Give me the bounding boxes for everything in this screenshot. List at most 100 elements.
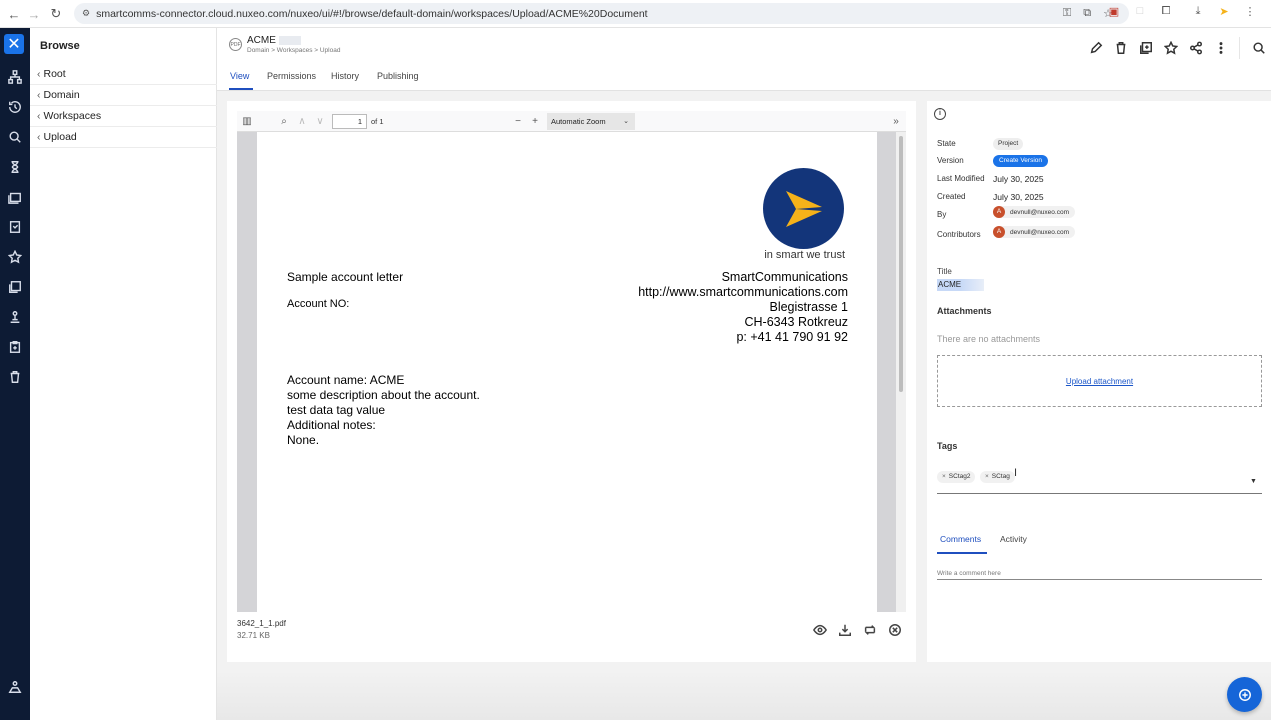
delete-trash-icon[interactable] (1108, 40, 1133, 56)
address-bar[interactable]: ⚙ smartcomms-connector.cloud.nuxeo.com/n… (74, 3, 1129, 24)
chevron-left-icon: ‹ (37, 110, 41, 122)
page-count: of 1 (371, 117, 384, 126)
tag-chip[interactable]: × SCtag (980, 471, 1015, 483)
reload-icon[interactable]: ↻ (44, 2, 68, 26)
administration-icon[interactable] (7, 309, 23, 325)
tags-input-underline[interactable] (937, 493, 1262, 494)
user-chip[interactable]: A devnull@nuxeo.com (993, 226, 1075, 238)
search-icon[interactable] (1246, 40, 1271, 56)
site-info-icon[interactable]: ⚙ (82, 8, 90, 19)
active-tab-indicator (229, 88, 253, 90)
edit-pencil-icon[interactable] (1083, 40, 1108, 56)
title-value[interactable]: ACME (937, 279, 984, 291)
user-chip[interactable]: A devnull@nuxeo.com (993, 206, 1075, 218)
contributors-label: Contributors (937, 230, 981, 239)
created-value: July 30, 2025 (993, 192, 1044, 202)
browser-toolbar: ← → ↻ ⚙ smartcomms-connector.cloud.nuxeo… (0, 0, 1271, 28)
tab-publishing[interactable]: Publishing (377, 71, 419, 81)
create-version-button[interactable]: Create Version (993, 155, 1048, 167)
pdf-canvas-area[interactable]: in smart we trust Sample account letter … (237, 132, 906, 612)
chevron-down-icon: ⌄ (623, 118, 629, 125)
find-search-icon[interactable]: ⌕ (277, 114, 291, 128)
tab-permissions[interactable]: Permissions (267, 71, 316, 81)
tag-chip[interactable]: × SCtag2 (937, 471, 976, 483)
clipboard-icon[interactable] (7, 219, 23, 235)
browse-tree-icon[interactable] (7, 69, 23, 85)
tag-label: SCtag2 (948, 473, 971, 480)
breadcrumb: Domain > Workspaces > Upload (247, 47, 341, 54)
tag-label: SCtag (991, 473, 1010, 480)
tree-item-domain[interactable]: ‹ Domain (30, 85, 217, 106)
extensions-puzzle-icon[interactable]: ⧠ (1159, 4, 1173, 18)
tree-item-label: Workspaces (43, 110, 102, 122)
key-icon[interactable]: ⚿ (1063, 7, 1071, 20)
previous-page-icon[interactable]: ∧ (295, 114, 309, 128)
smartcomms-extension-icon[interactable]: ➤ (1217, 4, 1231, 18)
tab-view[interactable]: View (230, 71, 249, 81)
search-icon[interactable] (7, 129, 23, 145)
drawer-title: Browse (40, 40, 80, 52)
remove-file-icon[interactable] (888, 623, 902, 640)
tasks-hourglass-icon[interactable] (7, 159, 23, 175)
letter-street: Blegistrasse 1 (769, 300, 848, 314)
zoom-out-icon[interactable]: − (511, 114, 525, 128)
install-app-icon[interactable]: ⧉ (1083, 7, 1091, 20)
next-page-icon[interactable]: ∨ (313, 114, 327, 128)
extension-icon[interactable]: ▣ (1107, 4, 1121, 18)
forward-arrow-icon[interactable]: → (22, 2, 46, 26)
chevron-left-icon: ‹ (37, 68, 41, 80)
no-attachments-text: There are no attachments (937, 334, 1041, 344)
add-circle-icon (1238, 688, 1251, 701)
remove-tag-icon[interactable]: × (942, 473, 946, 480)
replace-file-icon[interactable] (863, 623, 877, 640)
tab-history[interactable]: History (331, 71, 359, 81)
download-icon[interactable] (838, 623, 852, 640)
letter-city: CH-6343 Rotkreuz (744, 315, 848, 329)
user-menu-icon[interactable] (7, 679, 23, 695)
preview-eye-icon[interactable] (813, 623, 827, 640)
favorite-star-icon[interactable] (1158, 40, 1183, 56)
active-tab-indicator (937, 552, 987, 554)
personal-workspace-icon[interactable] (7, 279, 23, 295)
chevron-left-icon: ‹ (37, 131, 41, 143)
zoom-in-icon[interactable]: + (528, 114, 542, 128)
upload-attachment-link[interactable]: Upload attachment (1066, 377, 1133, 386)
attachment-dropzone[interactable]: Upload attachment (937, 355, 1262, 407)
more-vertical-icon[interactable] (1208, 40, 1233, 56)
page-number-input[interactable]: 1 (332, 114, 367, 129)
add-to-collection-icon[interactable] (1133, 40, 1158, 56)
document-header: PDF ACME Domain > Workspaces > Upload (217, 28, 1271, 62)
scroll-thumb[interactable] (899, 136, 903, 392)
letter-company: SmartCommunications (721, 270, 848, 284)
create-document-button[interactable] (1227, 677, 1262, 712)
download-icon[interactable]: ⤓ (1191, 4, 1205, 18)
comment-input[interactable] (937, 568, 1262, 580)
extension-blank-icon[interactable]: □ (1133, 4, 1147, 18)
share-icon[interactable] (1183, 40, 1208, 56)
remove-tag-icon[interactable]: × (985, 473, 989, 480)
tab-activity[interactable]: Activity (1000, 534, 1027, 544)
tree-item-root[interactable]: ‹ Root (30, 64, 217, 85)
browser-menu-icon[interactable]: ⋮ (1243, 4, 1257, 18)
letter-body-line: None. (287, 433, 320, 447)
history-icon[interactable] (7, 99, 23, 115)
sidebar-toggle-icon[interactable]: ▥ (240, 114, 254, 128)
account-no-label: Account NO: (287, 298, 350, 310)
pdf-page: in smart we trust Sample account letter … (257, 132, 877, 612)
tree-item-workspaces[interactable]: ‹ Workspaces (30, 106, 217, 127)
trash-icon[interactable] (7, 369, 23, 385)
pdf-scrollbar[interactable] (896, 132, 906, 612)
tree-item-upload[interactable]: ‹ Upload (30, 127, 217, 148)
info-icon[interactable]: i (934, 108, 946, 120)
file-actions (813, 623, 902, 640)
footer-area (217, 670, 1271, 720)
tags-dropdown-caret-icon[interactable]: ▼ (1250, 478, 1257, 485)
nuxeo-logo-icon[interactable]: ✕ (4, 34, 24, 54)
favorites-star-icon[interactable] (7, 249, 23, 265)
zoom-select[interactable]: Automatic Zoom ⌄ (547, 113, 635, 130)
metadata-panel: i State Project Version Create Version L… (927, 101, 1271, 662)
tools-expand-icon[interactable]: » (889, 114, 903, 128)
tasks-clipboard-icon[interactable] (7, 339, 23, 355)
collections-icon[interactable] (7, 189, 23, 205)
tab-comments[interactable]: Comments (940, 534, 981, 544)
